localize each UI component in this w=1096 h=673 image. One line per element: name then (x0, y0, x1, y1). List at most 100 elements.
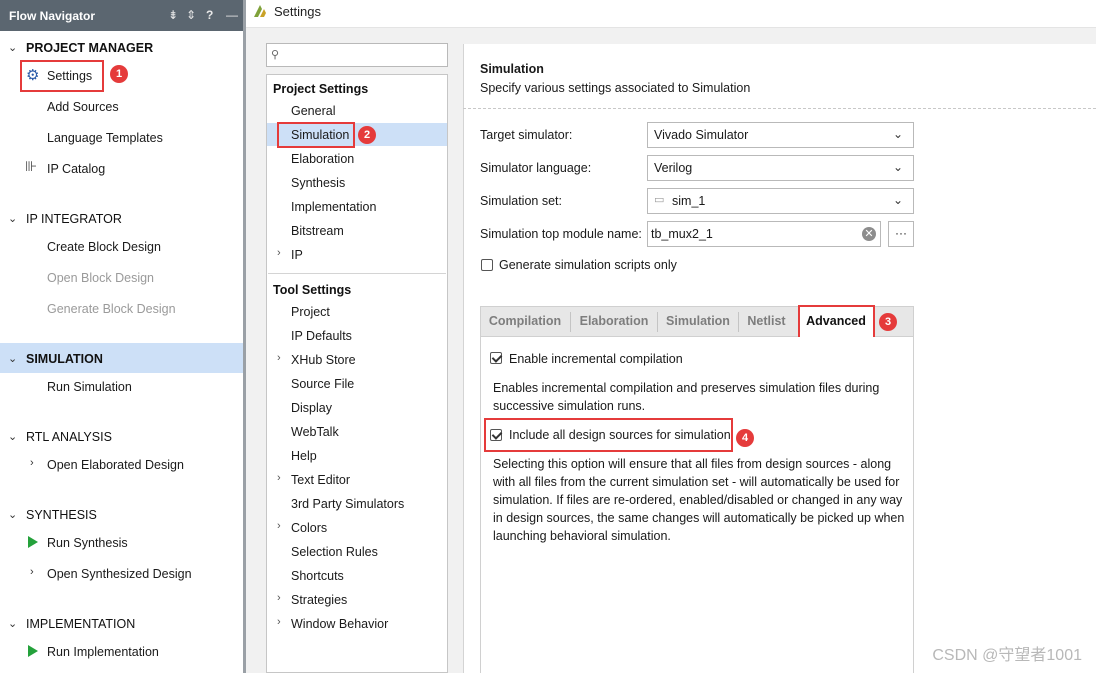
tree-item-help[interactable]: Help (291, 449, 317, 463)
nav-item-open-elaborated-design[interactable]: Open Elaborated Design (47, 458, 184, 472)
nav-item-settings[interactable]: Settings (47, 69, 92, 83)
tree-item-3rd-party-simulators[interactable]: 3rd Party Simulators (291, 497, 404, 511)
enable-incremental-label[interactable]: Enable incremental compilation (509, 352, 683, 366)
chevron-right-icon[interactable]: › (277, 472, 281, 484)
description-line: successive simulation runs. (493, 399, 646, 413)
nav-item-create-block-design[interactable]: Create Block Design (47, 240, 161, 254)
nav-item-ip-catalog[interactable]: IP Catalog (47, 162, 105, 176)
section-simulation[interactable]: SIMULATION (26, 352, 103, 366)
watermark: CSDN @守望者1001 (932, 647, 1082, 664)
tab-netlist[interactable]: Netlist (739, 306, 794, 337)
annotation-badge-3: 3 (879, 313, 897, 331)
ip-catalog-icon: ⊪ (25, 158, 38, 174)
tree-divider (268, 273, 446, 274)
more-icon: ··· (895, 226, 907, 240)
section-implementation[interactable]: IMPLEMENTATION (26, 617, 135, 631)
tree-item-xhub-store[interactable]: XHub Store (291, 353, 356, 367)
tree-item-ip[interactable]: IP (291, 248, 303, 262)
chevron-down-icon[interactable]: ⌄ (8, 41, 17, 54)
expand-all-icon[interactable]: ⇕ (186, 8, 196, 22)
tree-item-colors[interactable]: Colors (291, 521, 327, 535)
chevron-right-icon[interactable]: › (277, 247, 281, 259)
include-all-sources-label[interactable]: Include all design sources for simulatio… (509, 428, 731, 442)
annotation-badge-2: 2 (358, 126, 376, 144)
tree-item-webtalk[interactable]: WebTalk (291, 425, 339, 439)
tree-item-source-file[interactable]: Source File (291, 377, 354, 391)
enable-incremental-checkbox[interactable] (490, 352, 502, 364)
tree-item-project[interactable]: Project (291, 305, 330, 319)
settings-search-input[interactable]: ⚲ (266, 43, 448, 67)
tree-item-shortcuts[interactable]: Shortcuts (291, 569, 344, 583)
tree-item-window-behavior[interactable]: Window Behavior (291, 617, 388, 631)
nav-item-run-implementation[interactable]: Run Implementation (47, 645, 159, 659)
tree-item-bitstream[interactable]: Bitstream (291, 224, 344, 238)
chevron-down-icon[interactable]: ⌄ (8, 617, 17, 630)
target-simulator-label: Target simulator: (480, 128, 573, 142)
description-line: Enables incremental compilation and pres… (493, 381, 880, 395)
tree-header-tool-settings: Tool Settings (273, 283, 352, 297)
section-synthesis[interactable]: SYNTHESIS (26, 508, 97, 522)
chevron-down-icon: ⌄ (892, 127, 903, 141)
section-project-manager[interactable]: PROJECT MANAGER (26, 41, 153, 55)
chevron-right-icon[interactable]: › (277, 352, 281, 364)
chevron-down-icon[interactable]: ⌄ (8, 212, 17, 225)
help-icon[interactable]: ? (206, 8, 213, 22)
include-all-sources-checkbox[interactable] (490, 429, 502, 441)
tree-item-strategies[interactable]: Strategies (291, 593, 347, 607)
top-module-input[interactable]: tb_mux2_1 ✕ (647, 221, 881, 247)
tree-item-simulation[interactable]: Simulation (291, 128, 349, 142)
generate-scripts-only-checkbox[interactable] (481, 259, 493, 271)
description-line: simulation. If files are re-ordered, ena… (493, 493, 903, 507)
flow-navigator-title: Flow Navigator (9, 9, 96, 23)
description-line: Selecting this option will ensure that a… (493, 457, 892, 471)
chevron-down-icon[interactable]: ⌄ (8, 352, 17, 365)
nav-item-language-templates[interactable]: Language Templates (47, 131, 163, 145)
browse-button[interactable]: ··· (888, 221, 914, 247)
enable-incremental-description: Enables incremental compilation and pres… (493, 379, 879, 415)
tree-item-text-editor[interactable]: Text Editor (291, 473, 350, 487)
chevron-down-icon: ⌄ (892, 193, 903, 207)
tree-item-implementation[interactable]: Implementation (291, 200, 376, 214)
chevron-right-icon[interactable]: › (30, 566, 34, 578)
tree-item-ip-defaults[interactable]: IP Defaults (291, 329, 352, 343)
chevron-right-icon[interactable]: › (277, 520, 281, 532)
include-all-sources-description: Selecting this option will ensure that a… (493, 455, 904, 545)
tab-simulation[interactable]: Simulation (658, 306, 738, 337)
vivado-logo-icon (254, 5, 266, 17)
description-line: in design sources, the same changes will… (493, 511, 905, 525)
tree-item-display[interactable]: Display (291, 401, 332, 415)
top-module-value: tb_mux2_1 (651, 227, 713, 241)
nav-item-open-synthesized-design[interactable]: Open Synthesized Design (47, 567, 192, 581)
tree-item-selection-rules[interactable]: Selection Rules (291, 545, 378, 559)
annotation-badge-1: 1 (110, 65, 128, 83)
simulator-language-value: Verilog (654, 161, 693, 175)
run-icon (28, 536, 38, 548)
tab-compilation[interactable]: Compilation (481, 306, 569, 337)
tree-item-synthesis[interactable]: Synthesis (291, 176, 345, 190)
chevron-right-icon[interactable]: › (277, 616, 281, 628)
dialog-title: Settings (274, 4, 321, 19)
collapse-all-icon[interactable]: ⇟ (168, 8, 178, 22)
generate-scripts-only-label[interactable]: Generate simulation scripts only (499, 258, 677, 272)
nav-item-run-synthesis[interactable]: Run Synthesis (47, 536, 128, 550)
minimize-icon[interactable]: — (226, 8, 238, 22)
simulator-language-select[interactable]: Verilog ⌄ (647, 155, 914, 181)
clear-icon[interactable]: ✕ (862, 227, 876, 241)
flow-navigator: Flow Navigator ⇟ ⇕ ? — ⌄ PROJECT MANAGER… (0, 0, 243, 673)
nav-item-run-simulation[interactable]: Run Simulation (47, 380, 132, 394)
search-icon: ⚲ (271, 49, 280, 61)
chevron-down-icon[interactable]: ⌄ (8, 430, 17, 443)
tab-elaboration[interactable]: Elaboration (571, 306, 657, 337)
simulation-set-select[interactable]: ▭ sim_1 ⌄ (647, 188, 914, 214)
chevron-right-icon[interactable]: › (277, 592, 281, 604)
nav-item-add-sources[interactable]: Add Sources (47, 100, 119, 114)
target-simulator-select[interactable]: Vivado Simulator ⌄ (647, 122, 914, 148)
chevron-right-icon[interactable]: › (30, 457, 34, 469)
tree-item-general[interactable]: General (291, 104, 335, 118)
section-rtl-analysis[interactable]: RTL ANALYSIS (26, 430, 112, 444)
simulation-set-label: Simulation set: (480, 194, 562, 208)
tree-item-elaboration[interactable]: Elaboration (291, 152, 354, 166)
chevron-down-icon[interactable]: ⌄ (8, 508, 17, 521)
section-ip-integrator[interactable]: IP INTEGRATOR (26, 212, 122, 226)
nav-item-open-block-design: Open Block Design (47, 271, 155, 285)
